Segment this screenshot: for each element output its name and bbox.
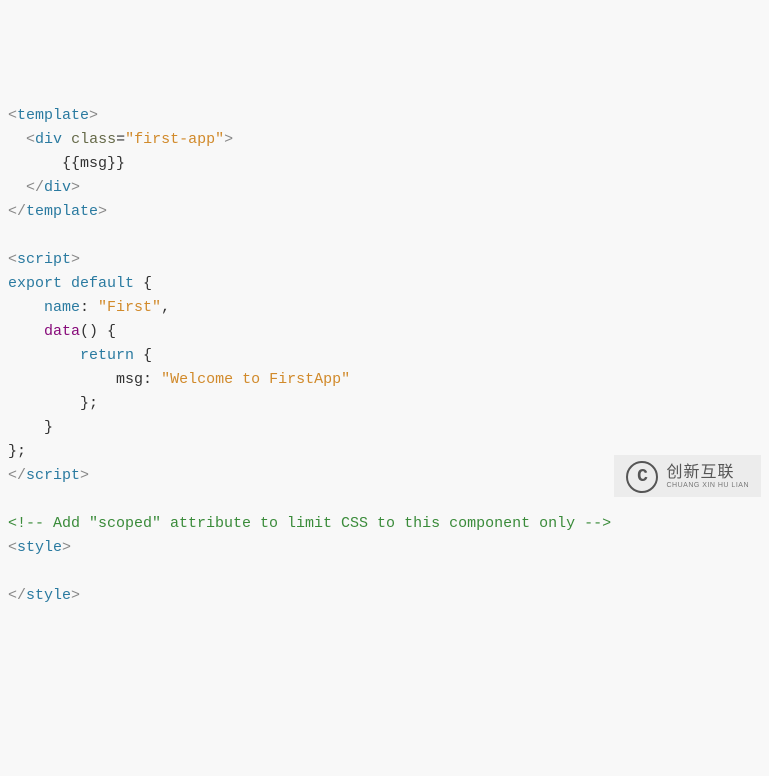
watermark: C 创新互联 CHUANG XIN HU LIAN: [614, 455, 761, 497]
paren-brace: () {: [80, 323, 116, 340]
brace: {: [134, 275, 152, 292]
space: [62, 131, 71, 148]
equals: =: [116, 131, 125, 148]
tag-bracket: </: [26, 179, 44, 196]
tag-name: template: [17, 107, 89, 124]
comment-line: <!-- Add "scoped" attribute to limit CSS…: [8, 515, 611, 532]
indent: [8, 179, 26, 196]
tag-name: style: [17, 539, 62, 556]
tag-bracket: <: [26, 131, 35, 148]
method-name: data: [44, 323, 80, 340]
indent: [8, 395, 80, 412]
tag-bracket: <: [8, 539, 17, 556]
indent: [8, 323, 44, 340]
colon: :: [80, 299, 98, 316]
watermark-sub: CHUANG XIN HU LIAN: [666, 482, 749, 490]
tag-name: div: [44, 179, 71, 196]
close-brace: };: [8, 443, 26, 460]
tag-bracket: >: [98, 203, 107, 220]
space: [62, 275, 71, 292]
tag-bracket: <: [8, 251, 17, 268]
indent: [8, 371, 116, 388]
tag-bracket: </: [8, 467, 26, 484]
tag-name: div: [35, 131, 62, 148]
tag-bracket: </: [8, 203, 26, 220]
attr-value: "first-app": [125, 131, 224, 148]
tag-name: template: [26, 203, 98, 220]
brace: {: [134, 347, 152, 364]
string-value: "First": [98, 299, 161, 316]
keyword-return: return: [80, 347, 134, 364]
tag-bracket: <: [8, 107, 17, 124]
tag-bracket: </: [8, 587, 26, 604]
keyword-export: export: [8, 275, 62, 292]
tag-bracket: >: [71, 587, 80, 604]
tag-bracket: >: [71, 179, 80, 196]
tag-bracket: >: [62, 539, 71, 556]
indent: [8, 131, 26, 148]
indent: [8, 155, 62, 172]
indent: [8, 419, 44, 436]
code-block: <template> <div class="first-app"> {{msg…: [8, 104, 761, 608]
tag-bracket: >: [71, 251, 80, 268]
property-name: name: [44, 299, 80, 316]
tag-bracket: >: [89, 107, 98, 124]
watermark-logo-letter: C: [637, 463, 648, 492]
tag-bracket: >: [224, 131, 233, 148]
tag-name: script: [17, 251, 71, 268]
tag-name: style: [26, 587, 71, 604]
close-brace: };: [80, 395, 98, 412]
colon: :: [143, 371, 161, 388]
property-name: msg: [116, 371, 143, 388]
indent: [8, 347, 80, 364]
watermark-logo-icon: C: [626, 461, 658, 493]
indent: [8, 299, 44, 316]
keyword-default: default: [71, 275, 134, 292]
mustache-expression: {{msg}}: [62, 155, 125, 172]
tag-name: script: [26, 467, 80, 484]
string-value: "Welcome to FirstApp": [161, 371, 350, 388]
close-brace: }: [44, 419, 53, 436]
watermark-main: 创新互联: [666, 464, 749, 482]
comma: ,: [161, 299, 170, 316]
watermark-text: 创新互联 CHUANG XIN HU LIAN: [666, 464, 749, 489]
attr-name: class: [71, 131, 116, 148]
tag-bracket: >: [80, 467, 89, 484]
